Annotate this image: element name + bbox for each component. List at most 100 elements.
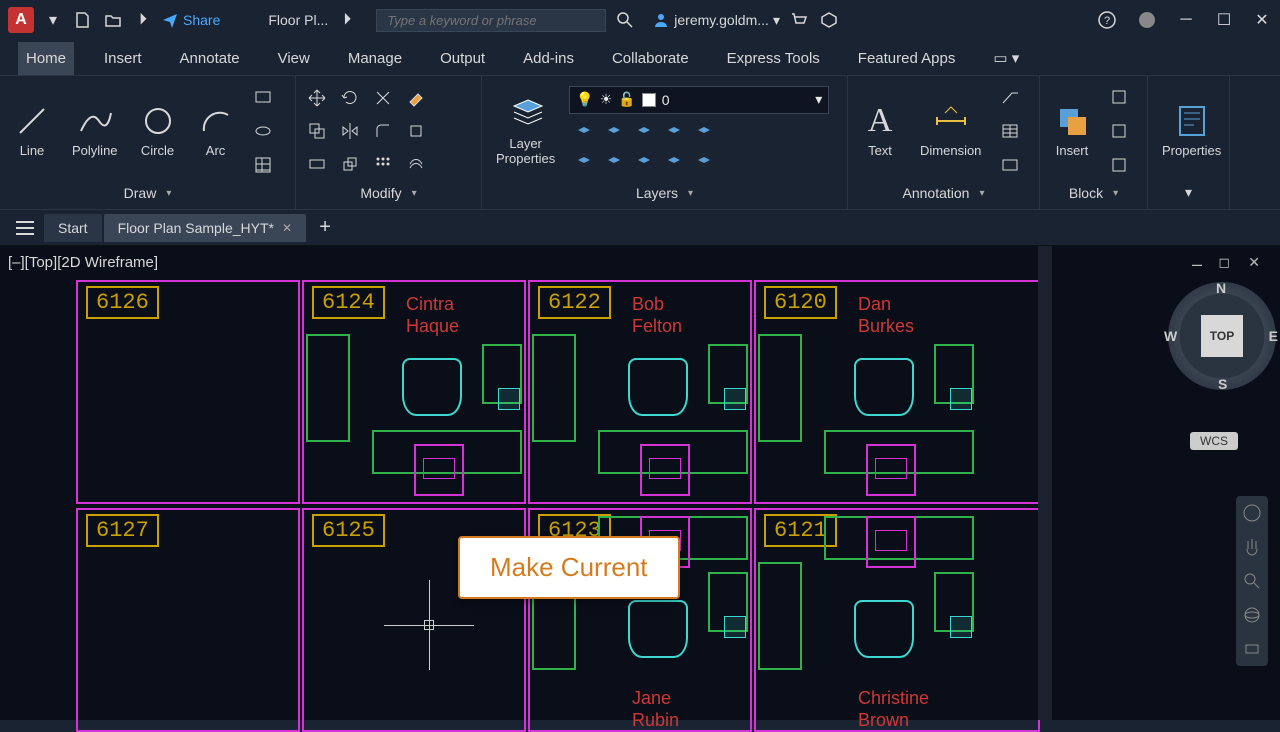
minimize-button[interactable]: ─	[1176, 10, 1196, 30]
layer-prev-button[interactable]	[569, 148, 599, 178]
viewport-close-icon[interactable]: ✕	[1248, 254, 1260, 271]
phone-icon[interactable]	[498, 388, 520, 410]
properties-button[interactable]: Properties	[1154, 99, 1229, 162]
erase-button[interactable]	[401, 83, 431, 113]
tab-view[interactable]: View	[270, 42, 318, 75]
layer-freeze-button[interactable]	[599, 118, 629, 148]
viewcube-s[interactable]: S	[1218, 376, 1227, 392]
copy-button[interactable]	[302, 116, 332, 146]
layer-state-button[interactable]	[599, 148, 629, 178]
globe-icon[interactable]	[1136, 9, 1158, 31]
viewport-maximize-icon[interactable]: ◻	[1218, 254, 1230, 271]
explode-button[interactable]	[401, 116, 431, 146]
layer-lock-button[interactable]	[629, 118, 659, 148]
tab-extra[interactable]: ▭ ▾	[985, 41, 1027, 75]
room-number[interactable]: 6120	[764, 286, 837, 319]
steering-wheel-icon[interactable]	[1241, 502, 1263, 524]
room-number[interactable]: 6124	[312, 286, 385, 319]
occupant-name[interactable]: Jane Rubin	[632, 688, 679, 731]
table-button[interactable]	[995, 116, 1025, 146]
tab-annotate[interactable]: Annotate	[172, 42, 248, 75]
chair[interactable]	[628, 358, 688, 416]
occupant-name[interactable]: Dan Burkes	[858, 294, 914, 337]
polyline-button[interactable]: Polyline	[64, 99, 126, 162]
hatch-button[interactable]	[248, 150, 278, 180]
tab-start[interactable]: Start	[44, 214, 102, 242]
layer-properties-button[interactable]: Layer Properties	[488, 92, 563, 170]
help-icon[interactable]: ?	[1096, 9, 1118, 31]
leader-button[interactable]	[995, 82, 1025, 112]
search-input[interactable]	[376, 9, 606, 32]
chair[interactable]	[402, 358, 462, 416]
occupant-name[interactable]: Cintra Haque	[406, 294, 459, 337]
app-icon[interactable]: A	[8, 7, 34, 33]
desk[interactable]	[758, 562, 802, 670]
scale-button[interactable]	[335, 149, 365, 179]
tab-home[interactable]: Home	[18, 42, 74, 75]
line-button[interactable]: Line	[6, 99, 58, 162]
viewcube-top-face[interactable]: TOP	[1201, 315, 1243, 357]
file-cabinet[interactable]	[414, 444, 464, 496]
pan-icon[interactable]	[1241, 536, 1263, 558]
layer-isolate-button[interactable]	[659, 118, 689, 148]
layer-off-button[interactable]	[569, 118, 599, 148]
file-cabinet[interactable]	[640, 444, 690, 496]
viewport-minimize-icon[interactable]: –	[1192, 254, 1202, 275]
chair[interactable]	[854, 600, 914, 658]
layer-dropdown[interactable]: 💡 ☀ 🔓 0 ▾	[569, 86, 829, 114]
array-button[interactable]	[368, 149, 398, 179]
rectangle-button[interactable]	[248, 82, 278, 112]
show-motion-icon[interactable]	[1241, 638, 1263, 660]
wcs-badge[interactable]: WCS	[1190, 432, 1238, 450]
hamburger-icon[interactable]	[8, 214, 42, 242]
panel-layers-label[interactable]: Layers	[488, 181, 841, 205]
tab-collaborate[interactable]: Collaborate	[604, 42, 697, 75]
layer-walk-button[interactable]	[629, 148, 659, 178]
layer-match-button[interactable]	[689, 118, 719, 148]
panel-properties-expand[interactable]: ▾	[1154, 180, 1223, 205]
create-block-button[interactable]	[1104, 82, 1134, 112]
new-file-icon[interactable]	[72, 9, 94, 31]
desk[interactable]	[532, 334, 576, 442]
room-number[interactable]: 6127	[86, 514, 159, 547]
phone-icon[interactable]	[950, 388, 972, 410]
maximize-button[interactable]: ☐	[1214, 10, 1234, 30]
tab-output[interactable]: Output	[432, 42, 493, 75]
file-cabinet[interactable]	[866, 444, 916, 496]
stretch-button[interactable]	[302, 149, 332, 179]
layer-merge-button[interactable]	[659, 148, 689, 178]
tab-manage[interactable]: Manage	[340, 42, 410, 75]
tab-insert[interactable]: Insert	[96, 42, 150, 75]
zoom-icon[interactable]	[1241, 570, 1263, 592]
orbit-icon[interactable]	[1241, 604, 1263, 626]
doc-dropdown-icon[interactable]: ⏵	[336, 9, 358, 31]
close-tab-icon[interactable]: ✕	[282, 221, 292, 235]
mirror-button[interactable]	[335, 116, 365, 146]
chair[interactable]	[854, 358, 914, 416]
tab-expresstools[interactable]: Express Tools	[719, 42, 828, 75]
ellipse-button[interactable]	[248, 116, 278, 146]
phone-icon[interactable]	[724, 616, 746, 638]
phone-icon[interactable]	[724, 388, 746, 410]
chair[interactable]	[628, 600, 688, 658]
search-icon[interactable]	[614, 9, 636, 31]
viewcube-e[interactable]: E	[1269, 328, 1278, 344]
panel-annotation-label[interactable]: Annotation	[854, 181, 1033, 205]
layer-delete-button[interactable]	[689, 148, 719, 178]
cart-icon[interactable]	[788, 9, 810, 31]
viewcube-n[interactable]: N	[1216, 280, 1226, 296]
open-file-icon[interactable]	[102, 9, 124, 31]
rotate-button[interactable]	[335, 83, 365, 113]
occupant-name[interactable]: Bob Felton	[632, 294, 682, 337]
fillet-button[interactable]	[368, 116, 398, 146]
arc-button[interactable]: Arc	[190, 99, 242, 162]
new-tab-button[interactable]: +	[308, 214, 342, 242]
user-menu[interactable]: jeremy.goldm... ▾	[652, 11, 780, 29]
move-button[interactable]	[302, 83, 332, 113]
room-number[interactable]: 6125	[312, 514, 385, 547]
insert-button[interactable]: Insert	[1046, 99, 1098, 162]
tab-document[interactable]: Floor Plan Sample_HYT* ✕	[104, 214, 306, 242]
panel-modify-label[interactable]: Modify	[302, 181, 475, 205]
viewcube-ring[interactable]: TOP N S E W	[1168, 282, 1276, 390]
qat-dropdown-icon[interactable]: ▾	[42, 9, 64, 31]
